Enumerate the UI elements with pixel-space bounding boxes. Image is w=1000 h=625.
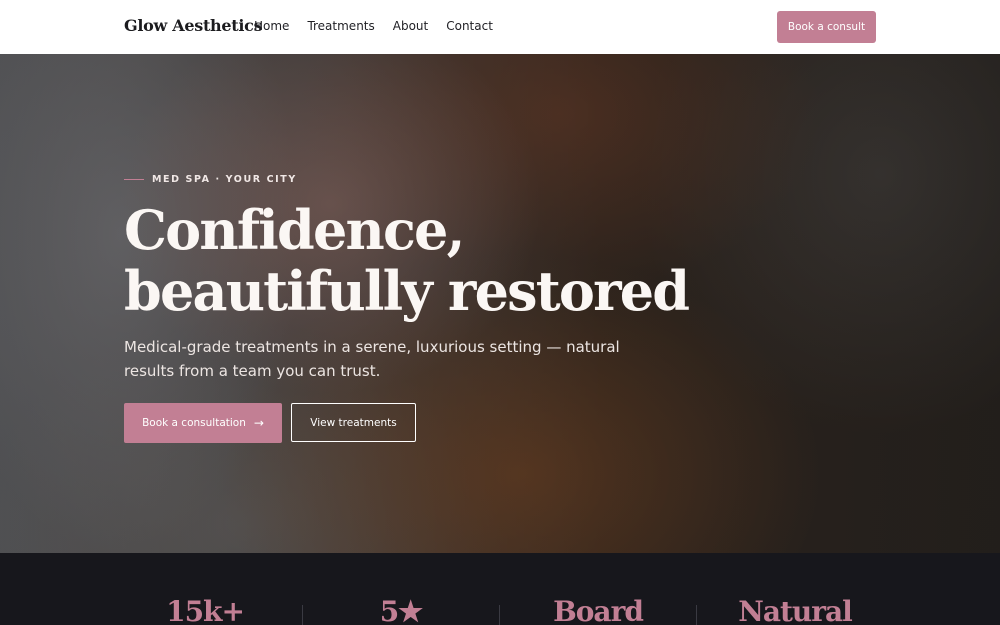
nav-treatments[interactable]: Treatments: [307, 19, 374, 33]
stat-board: Board: [553, 595, 644, 625]
logo[interactable]: Glow Aesthetics: [124, 16, 263, 35]
hero-eyebrow: MED SPA · YOUR CITY: [124, 174, 297, 185]
stat-divider: [696, 605, 697, 625]
arrow-right-icon: →: [253, 416, 264, 430]
stat-natural: Natural: [738, 595, 853, 625]
hero-subcopy: Medical-grade treatments in a serene, lu…: [124, 338, 620, 380]
view-treatments-button[interactable]: View treatments: [291, 403, 416, 442]
eyebrow-divider: [124, 179, 144, 180]
nav-contact[interactable]: Contact: [446, 19, 493, 33]
main-nav: Home Treatments About Contact: [254, 19, 511, 33]
stat-clients: 15k+: [166, 595, 245, 625]
stat-divider: [499, 605, 500, 625]
stat-rating: 5★: [379, 595, 424, 625]
eyebrow-text: MED SPA · YOUR CITY: [152, 174, 297, 185]
hero-section: MED SPA · YOUR CITY Confidence, beautifu…: [0, 54, 1000, 553]
book-consultation-button[interactable]: Book a consultation →: [124, 403, 282, 443]
hero-headline: Confidence, beautifully restored: [124, 198, 690, 323]
nav-about[interactable]: About: [393, 19, 428, 33]
book-consultation-label: Book a consultation: [142, 417, 246, 429]
nav-home[interactable]: Home: [254, 19, 289, 33]
stats-strip: 15k+ 5★ Board Natural: [0, 553, 1000, 625]
site-header: Glow Aesthetics Home Treatments About Co…: [0, 0, 1000, 54]
book-consult-button[interactable]: Book a consult: [777, 11, 876, 43]
stat-divider: [302, 605, 303, 625]
